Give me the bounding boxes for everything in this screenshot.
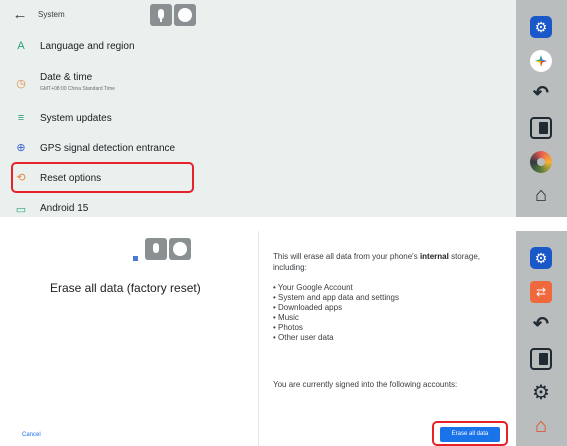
floating-toolbar: ⚙ ⇄ ↶ ⚙ ⌂	[516, 231, 567, 446]
setting-title: System updates	[40, 113, 112, 124]
recent-apps-icon[interactable]	[530, 348, 552, 370]
erase-items-list: • Your Google Account • System and app d…	[273, 283, 503, 343]
setting-title: Language and region	[40, 41, 135, 52]
factory-reset-screen: Erase all data (factory reset) This will…	[0, 231, 516, 446]
system-settings-list: ← System A Language and region ◷ Date & …	[0, 0, 516, 217]
color-wheel-icon[interactable]	[530, 151, 552, 173]
list-item: • System and app data and settings	[273, 293, 399, 302]
language-icon: A	[17, 40, 25, 52]
list-item: • Music	[273, 313, 299, 322]
back-arrow-icon[interactable]: ←	[12, 7, 28, 23]
setting-title: GPS signal detection entrance	[40, 143, 176, 154]
assistant-icon[interactable]	[530, 50, 552, 72]
intro-text: This will erase all data from your phone…	[273, 252, 418, 261]
setting-subtitle: GMT+08:00 China Standard Time	[40, 86, 115, 92]
mic-icon[interactable]	[150, 4, 172, 26]
setting-gps-detection[interactable]: ⊕ GPS signal detection entrance	[0, 133, 516, 163]
intro-bold-text: internal	[419, 252, 449, 261]
erase-intro-text: This will erase all data from your phone…	[273, 251, 503, 273]
android-icon: ▭	[15, 204, 27, 216]
signed-in-notice: You are currently signed into the follow…	[273, 380, 458, 389]
setting-language-region[interactable]: A Language and region	[0, 31, 516, 61]
gear-outline-icon[interactable]: ⚙	[530, 382, 552, 404]
erase-all-data-button[interactable]: Erase all data	[440, 427, 500, 442]
keyboard-icon[interactable]	[174, 4, 196, 26]
setting-title: Date & time	[40, 72, 93, 83]
page-title: System	[38, 10, 65, 19]
list-item: • Other user data	[273, 333, 334, 342]
cancel-button[interactable]: Cancel	[22, 432, 41, 438]
setting-title: Android 15	[40, 203, 89, 214]
erase-info: This will erase all data from your phone…	[273, 251, 503, 343]
list-item: • Photos	[273, 323, 303, 332]
mic-icon[interactable]	[145, 238, 167, 260]
setting-system-updates[interactable]: ≡ System updates	[0, 103, 516, 133]
clock-icon: ◷	[16, 78, 26, 90]
settings-gear-icon[interactable]: ⚙	[530, 247, 552, 269]
back-icon[interactable]: ↶	[530, 314, 552, 336]
gps-icon: ⊕	[16, 142, 26, 154]
reset-options-highlight	[11, 162, 194, 193]
settings-screen: ← System A Language and region ◷ Date & …	[0, 0, 567, 217]
erase-all-data-heading: Erase all data (factory reset)	[50, 281, 201, 295]
list-item: • Downloaded apps	[273, 303, 343, 312]
home-icon[interactable]: ⌂	[530, 184, 552, 206]
recent-apps-icon[interactable]	[530, 117, 552, 139]
app-bar: ← System	[0, 0, 516, 30]
update-icon: ≡	[17, 112, 25, 124]
list-item: • Your Google Account	[273, 283, 353, 292]
pane-divider	[258, 231, 259, 446]
text-cursor-marker	[133, 256, 138, 261]
back-icon[interactable]: ↶	[530, 83, 552, 105]
swap-icon[interactable]: ⇄	[530, 281, 552, 303]
setting-android-version[interactable]: ▭ Android 15	[0, 195, 516, 225]
settings-gear-icon[interactable]: ⚙	[530, 16, 552, 38]
keyboard-icon[interactable]	[169, 238, 191, 260]
home-icon[interactable]: ⌂	[530, 415, 552, 437]
setting-date-time[interactable]: ◷ Date & time GMT+08:00 China Standard T…	[0, 64, 516, 104]
floating-toolbar: ⚙ ↶ ⌂	[516, 0, 567, 217]
